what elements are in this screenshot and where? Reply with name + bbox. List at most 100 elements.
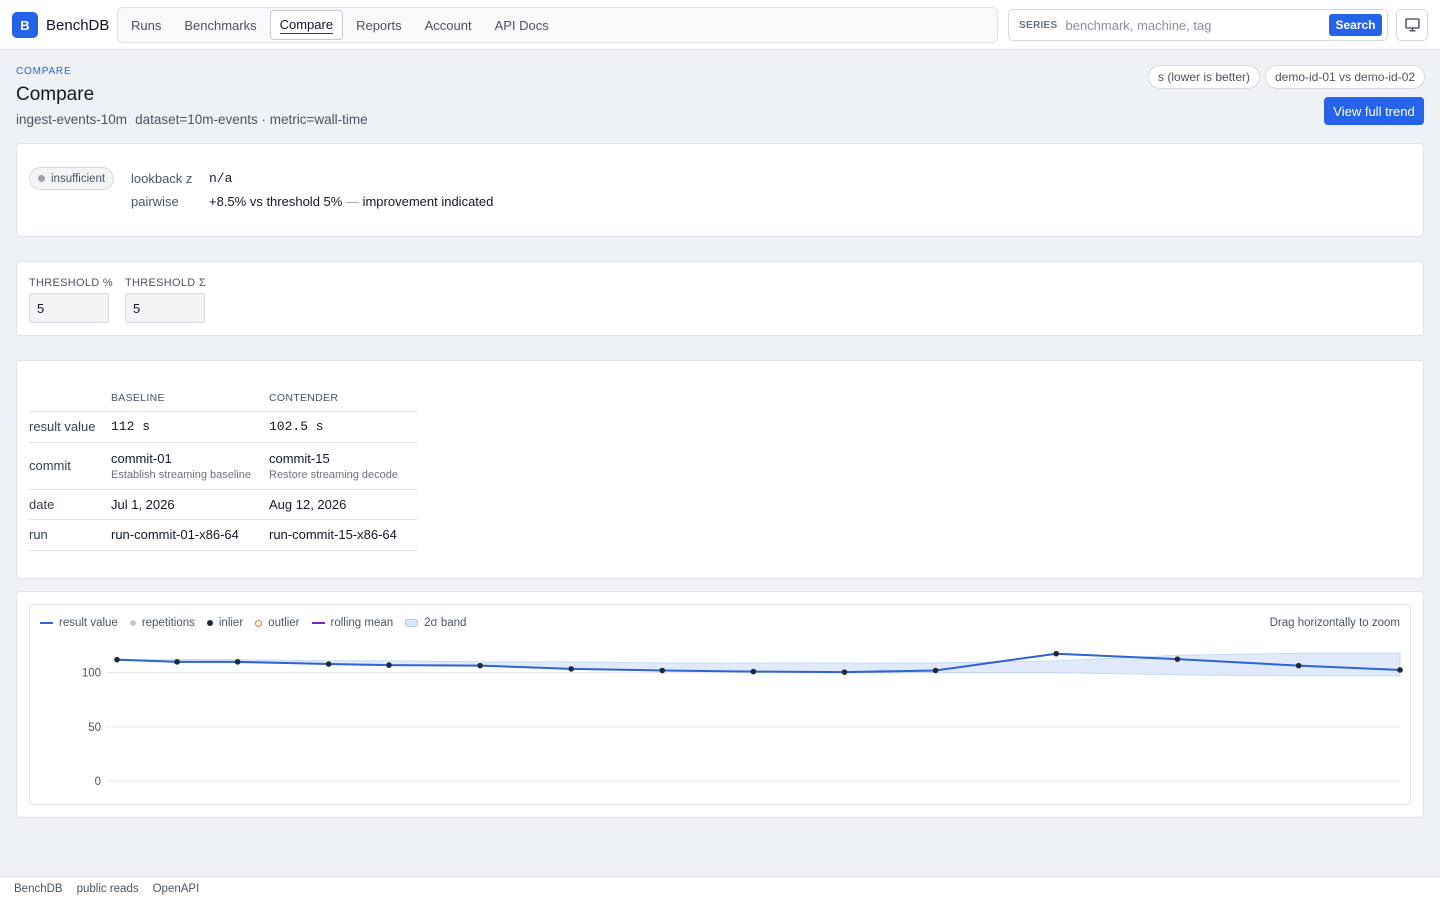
header-empty xyxy=(29,389,111,412)
baseline-result: 112 s xyxy=(111,411,269,443)
baseline-run[interactable]: run-commit-01-x86-64 xyxy=(111,519,269,551)
data-point-inlier xyxy=(1397,667,1403,673)
ring-swatch-icon xyxy=(255,619,263,627)
pairwise-value: +8.5% vs threshold 5% — improvement indi… xyxy=(209,194,494,209)
trend-chart[interactable]: 0 50 100 result value repetitions inlier o… xyxy=(29,604,1411,805)
page-title: Compare xyxy=(16,84,95,105)
search-input[interactable] xyxy=(1065,17,1328,33)
threshold-pct-label: THRESHOLD % xyxy=(29,277,113,289)
data-point-inlier xyxy=(1053,650,1059,657)
data-point-inlier xyxy=(174,659,180,665)
brand-logo: B xyxy=(12,12,38,38)
data-point-inlier xyxy=(477,662,483,669)
data-point-inlier xyxy=(1295,662,1302,669)
status-dot-icon xyxy=(38,175,45,182)
nav-api-docs[interactable]: API Docs xyxy=(485,10,559,40)
brand-name: BenchDB xyxy=(46,16,110,34)
data-point-inlier xyxy=(325,661,332,667)
main-nav: Runs Benchmarks Compare Reports Account … xyxy=(117,7,998,43)
contender-commit[interactable]: commit-15 Restore streaming decode xyxy=(269,442,417,490)
row-label-result: result value xyxy=(29,411,111,443)
chart-card: 0 50 100 result value repetitions inlier o… xyxy=(16,591,1424,818)
table-row: date Jul 1, 2026 Aug 12, 2026 xyxy=(29,489,417,520)
line-swatch-icon xyxy=(311,622,325,624)
data-point-inlier xyxy=(386,662,392,668)
footer-brand[interactable]: BenchDB xyxy=(14,883,63,895)
legend-rolling-mean[interactable]: rolling mean xyxy=(311,617,393,629)
y-tick-label: 50 xyxy=(88,722,101,734)
footer-public-reads[interactable]: public reads xyxy=(77,883,139,895)
unit-chip: s (lower is better) xyxy=(1148,65,1261,89)
series-search: SERIES Search xyxy=(1008,9,1388,41)
table-header-row: BASELINE CONTENDER xyxy=(29,389,417,412)
zoom-hint: Drag horizontally to zoom xyxy=(1269,617,1400,629)
search-button[interactable]: Search xyxy=(1329,14,1382,36)
data-point-inlier xyxy=(750,668,757,675)
comparison-card: BASELINE CONTENDER result value 112 s 10… xyxy=(16,360,1424,579)
legend-inlier[interactable]: inlier xyxy=(206,617,243,629)
footer: BenchDB public reads OpenAPI xyxy=(0,876,1440,900)
top-bar: B BenchDB Runs Benchmarks Compare Report… xyxy=(0,0,1440,50)
nav-reports[interactable]: Reports xyxy=(346,10,412,40)
lookback-value: n/a xyxy=(209,171,233,186)
page-subtitle: ingest-events-10m dataset=10m-events · me… xyxy=(16,112,368,127)
baseline-commit[interactable]: commit-01 Establish streaming baseline xyxy=(111,442,269,490)
data-point-inlier xyxy=(841,669,848,675)
table-row: result value 112 s 102.5 s xyxy=(29,411,417,443)
threshold-sigma-label: THRESHOLD Σ xyxy=(125,277,206,289)
row-label-run: run xyxy=(29,519,111,551)
data-point-inlier xyxy=(114,656,120,663)
threshold-card: THRESHOLD % THRESHOLD Σ xyxy=(16,261,1424,336)
chart-canvas[interactable]: 0 50 100 xyxy=(30,605,1410,804)
y-tick-label: 0 xyxy=(95,776,101,788)
contender-date: Aug 12, 2026 xyxy=(269,489,417,520)
nav-benchmarks[interactable]: Benchmarks xyxy=(174,10,266,40)
pair-chip: demo-id-01 vs demo-id-02 xyxy=(1265,65,1426,89)
table-row: commit commit-01 Establish streaming bas… xyxy=(29,442,417,490)
threshold-pct-input[interactable] xyxy=(29,293,109,323)
data-point-inlier xyxy=(234,659,241,665)
band-swatch-icon xyxy=(405,619,419,627)
legend-outlier[interactable]: outlier xyxy=(255,617,300,629)
view-full-trend-button[interactable]: View full trend xyxy=(1324,97,1424,125)
status-badge: insufficient xyxy=(29,167,115,190)
header-contender: CONTENDER xyxy=(269,389,417,412)
chart-legend: result value repetitions inlier outlier … xyxy=(40,617,478,629)
brand[interactable]: B BenchDB xyxy=(12,12,109,38)
display-toggle-button[interactable] xyxy=(1396,9,1428,41)
benchmark-params: dataset=10m-events · metric=wall-time xyxy=(135,112,368,127)
comparison-table: BASELINE CONTENDER result value 112 s 10… xyxy=(29,389,417,551)
contender-result: 102.5 s xyxy=(269,411,417,443)
nav-runs[interactable]: Runs xyxy=(121,10,171,40)
lookback-label: lookback z xyxy=(131,171,193,186)
search-label: SERIES xyxy=(1019,19,1058,31)
baseline-date: Jul 1, 2026 xyxy=(111,489,269,520)
legend-band[interactable]: 2σ band xyxy=(405,617,466,629)
data-point-inlier xyxy=(568,666,574,672)
legend-repetitions[interactable]: repetitions xyxy=(129,617,195,629)
y-tick-label: 100 xyxy=(82,668,101,680)
threshold-sigma-input[interactable] xyxy=(125,293,205,323)
monitor-icon xyxy=(1404,18,1420,32)
nav-account[interactable]: Account xyxy=(415,10,482,40)
row-label-date: date xyxy=(29,489,111,520)
baseline-commit-message: Establish streaming baseline xyxy=(111,468,252,481)
line-swatch-icon xyxy=(40,622,53,624)
legend-result-value[interactable]: result value xyxy=(40,617,118,629)
benchmark-name: ingest-events-10m xyxy=(16,112,128,127)
header-baseline: BASELINE xyxy=(111,389,269,412)
data-point-inlier xyxy=(659,667,666,674)
contender-run[interactable]: run-commit-15-x86-64 xyxy=(269,519,417,551)
nav-compare[interactable]: Compare xyxy=(269,10,344,40)
data-point-inlier xyxy=(1174,656,1181,662)
page-eyebrow: COMPARE xyxy=(16,66,72,77)
row-label-commit: commit xyxy=(29,442,111,490)
dot-swatch-icon xyxy=(129,620,136,626)
table-row: run run-commit-01-x86-64 run-commit-15-x… xyxy=(29,519,417,551)
data-point-inlier xyxy=(932,667,939,674)
dot-swatch-icon xyxy=(206,620,213,626)
contender-commit-message: Restore streaming decode xyxy=(269,468,399,481)
status-card: insufficient lookback z n/a pairwise +8.… xyxy=(16,143,1424,237)
footer-openapi-link[interactable]: OpenAPI xyxy=(153,883,200,895)
pairwise-label: pairwise xyxy=(131,194,179,209)
